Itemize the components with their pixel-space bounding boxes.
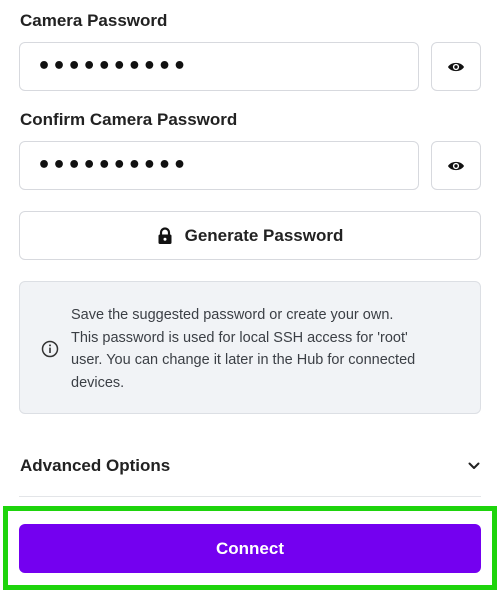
camera-password-label: Camera Password xyxy=(20,11,168,30)
password-info-box: Save the suggested password or create yo… xyxy=(19,281,481,414)
generate-password-label: Generate Password xyxy=(184,225,344,245)
camera-setup-panel: Camera Password •••••••••• Confirm Camer… xyxy=(0,0,500,596)
generate-password-button[interactable]: Generate Password xyxy=(19,211,481,260)
show-password-button[interactable] xyxy=(431,42,481,91)
eye-icon xyxy=(447,60,465,74)
advanced-options-toggle[interactable]: Advanced Options xyxy=(20,453,482,479)
lock-icon xyxy=(157,226,173,245)
info-icon xyxy=(41,340,59,358)
camera-password-input[interactable]: •••••••••• xyxy=(19,42,419,91)
advanced-options-label: Advanced Options xyxy=(20,456,171,475)
info-line: This password is used for local SSH acce… xyxy=(71,329,408,346)
info-line: Save the suggested password or create yo… xyxy=(71,307,394,323)
confirm-password-label: Confirm Camera Password xyxy=(20,110,238,129)
eye-icon xyxy=(447,159,465,173)
confirm-password-input[interactable]: •••••••••• xyxy=(19,141,419,190)
show-confirm-password-button[interactable] xyxy=(431,141,481,190)
info-text: Save the suggested password or create yo… xyxy=(71,304,471,394)
info-line: devices. xyxy=(71,374,125,391)
chevron-down-icon xyxy=(468,462,480,470)
connect-button[interactable]: Connect xyxy=(19,524,481,573)
divider xyxy=(19,496,481,497)
info-line: user. You can change it later in the Hub… xyxy=(71,352,416,368)
